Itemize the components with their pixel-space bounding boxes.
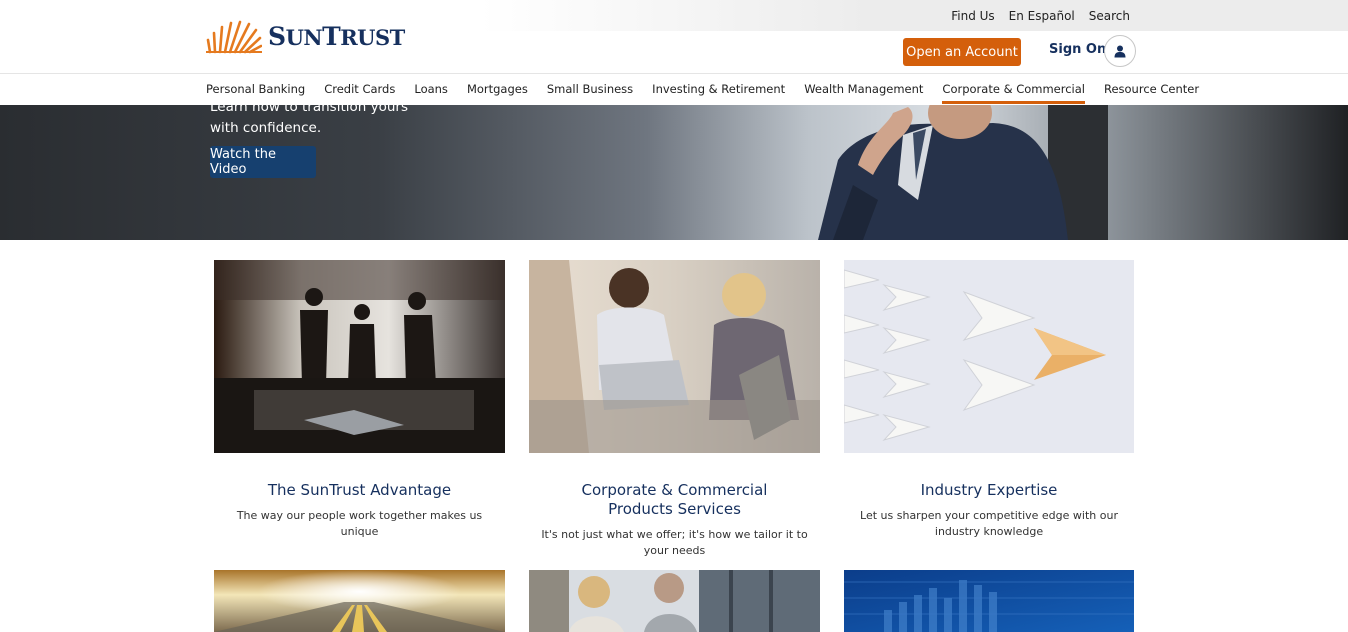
utility-bar (480, 0, 1348, 31)
logo-wordmark: SUNTRUST (268, 21, 405, 51)
card-description: Let us sharpen your competitive edge wit… (860, 509, 1118, 538)
card-title[interactable]: Industry Expertise (844, 481, 1134, 500)
hero-banner: Learn how to transition yours with confi… (0, 105, 1348, 240)
card-description: It's not just what we offer; it's how we… (541, 528, 808, 557)
hero-businessman-image (818, 105, 1108, 240)
search-link[interactable]: Search (1089, 9, 1130, 23)
site-header: Find Us En Español Search SUNTRUST Open … (0, 0, 1348, 74)
utility-nav: Find Us En Español Search (951, 9, 1130, 23)
en-espanol-link[interactable]: En Español (1009, 9, 1075, 23)
main-nav: Personal Banking Credit Cards Loans Mort… (0, 73, 1348, 105)
nav-small-business[interactable]: Small Business (547, 82, 633, 104)
open-account-button[interactable]: Open an Account (903, 38, 1021, 66)
sunburst-icon (206, 20, 262, 54)
card-image-colleagues-laptop[interactable] (529, 260, 820, 453)
suntrust-logo[interactable]: SUNTRUST (206, 16, 405, 56)
nav-corporate-commercial[interactable]: Corporate & Commercial (942, 82, 1085, 104)
nav-investing-retirement[interactable]: Investing & Retirement (652, 82, 785, 104)
nav-credit-cards[interactable]: Credit Cards (324, 82, 395, 104)
hero-line-2: with confidence. (210, 120, 322, 136)
card-image-financial-chart[interactable] (844, 570, 1134, 632)
card-title[interactable]: Corporate & Commercial Products Services (529, 481, 820, 519)
nav-personal-banking[interactable]: Personal Banking (206, 82, 305, 104)
nav-wealth-management[interactable]: Wealth Management (804, 82, 923, 104)
card-industry-expertise[interactable]: Industry Expertise Let us sharpen your c… (844, 260, 1134, 540)
nav-resource-center[interactable]: Resource Center (1104, 82, 1199, 104)
card-corporate-commercial-services[interactable]: Corporate & Commercial Products Services… (529, 260, 820, 559)
hero-text: Learn how to transition yours with confi… (210, 105, 408, 139)
card-image-road-sunrise[interactable] (214, 570, 505, 632)
find-us-link[interactable]: Find Us (951, 9, 994, 23)
user-account-button[interactable] (1104, 35, 1136, 67)
card-image-meeting-silhouettes[interactable] (214, 260, 505, 453)
watch-video-button[interactable]: Watch the Video (210, 146, 316, 178)
card-suntrust-advantage[interactable]: The SunTrust Advantage The way our peopl… (214, 260, 505, 540)
card-description: The way our people work together makes u… (236, 509, 483, 538)
hero-line-1: Learn how to transition yours (210, 105, 409, 115)
nav-loans[interactable]: Loans (414, 82, 448, 104)
sign-on-link[interactable]: Sign On (1049, 42, 1106, 57)
user-icon (1114, 45, 1126, 57)
card-title[interactable]: The SunTrust Advantage (214, 481, 505, 500)
card-image-office-colleagues[interactable] (529, 570, 820, 632)
nav-mortgages[interactable]: Mortgages (467, 82, 528, 104)
card-image-paper-planes[interactable] (844, 260, 1134, 453)
